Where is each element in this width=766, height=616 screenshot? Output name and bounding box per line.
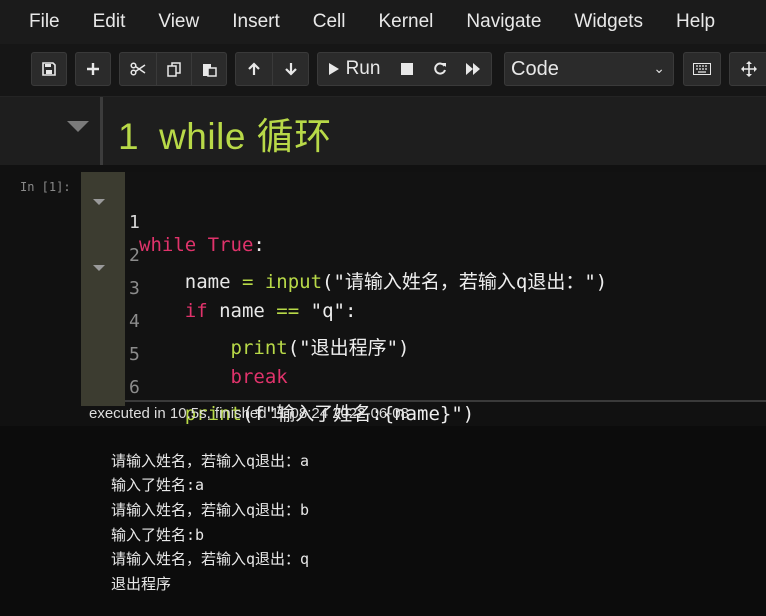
output-line: 输入了姓名:b [111,526,205,544]
collapse-heading-icon[interactable] [67,121,89,132]
code-token: input [264,271,323,293]
section-heading: 1 while 循环 [118,106,332,160]
output-line: 请输入姓名，若输入q退出：a [111,452,310,470]
code-editor[interactable]: 1 while True: 2 name = input("请输入姓名，若输入q… [125,172,766,425]
restart-button[interactable] [424,53,456,85]
move-down-button[interactable] [272,53,308,85]
menu-widgets[interactable]: Widgets [574,11,643,33]
chevron-down-icon: ⌄ [653,60,665,76]
code-text: name = input("请输入姓名，若输入q退出：") [139,267,608,294]
code-line: 4 print("退出程序") [125,289,409,359]
run-all-button[interactable] [456,53,490,85]
stop-button[interactable] [390,53,424,85]
cut-button[interactable] [120,53,156,85]
move-up-button[interactable] [236,53,272,85]
code-cell[interactable]: In [1]: 1 while True: 2 name = input("请输… [0,166,766,426]
fold-arrow-icon[interactable] [93,265,105,271]
keyboard-group [683,52,721,86]
output-area: 请输入姓名，若输入q退出：a 输入了姓名:a 请输入姓名，若输入q退出：b 输入… [0,426,766,616]
output-line: 退出程序 [111,575,172,593]
markdown-cell[interactable]: 1 while 循环 [0,97,766,165]
code-token: "q": [299,300,357,322]
section-number: 1 [118,116,140,157]
move-icon [741,61,757,77]
code-token: break [230,366,288,388]
fold-arrow-icon[interactable] [93,199,105,205]
code-line: 1 while True: [125,190,265,256]
save-group [31,52,67,86]
cell-divider [100,97,103,165]
menu-insert[interactable]: Insert [232,11,280,33]
stop-icon [401,63,413,75]
menu-file[interactable]: File [29,11,60,33]
run-label: Run [345,58,381,79]
cell-type-value: Code [511,57,559,80]
arrow-up-icon [248,62,260,75]
keyboard-icon [693,63,711,75]
code-token: ("请输入姓名，若输入q退出：") [322,271,608,293]
paste-button[interactable] [191,53,226,85]
output-line: 输入了姓名:a [111,476,205,494]
move-group [235,52,309,86]
section-title: while 循环 [159,116,332,157]
cut-icon [130,62,146,76]
command-palette-button[interactable] [684,53,720,85]
insert-group [75,52,111,86]
menu-cell[interactable]: Cell [313,11,346,33]
code-line: 2 name = input("请输入姓名，若输入q退出：") [125,223,607,293]
run-group: Run [317,52,492,86]
code-line: 3 if name == "q": [125,256,356,322]
copy-icon [166,61,181,77]
cell-type-select[interactable]: Code ⌄ [504,52,674,86]
menu-bar: File Edit View Insert Cell Kernel Naviga… [0,0,766,45]
run-button[interactable]: Run [318,53,390,85]
plus-icon [87,63,99,75]
code-token: name [207,300,277,322]
save-button[interactable] [32,53,66,85]
execution-time-info: executed in 10.5s, finished 11:08:24 202… [89,405,409,422]
menu-help[interactable]: Help [676,11,715,33]
code-token: == [276,300,300,322]
paste-icon [202,63,217,77]
toc-group [729,52,766,86]
save-icon [42,62,56,76]
fold-gutter [81,172,125,406]
fast-forward-icon [465,63,480,75]
menu-view[interactable]: View [158,11,199,33]
output-line: 请输入姓名，若输入q退出：q [111,550,310,568]
output-line: 请输入姓名，若输入q退出：b [111,501,310,519]
code-token: : [253,234,265,256]
navigate-button[interactable] [730,53,766,85]
toolbar: Run Code ⌄ [0,44,766,97]
menu-navigate[interactable]: Navigate [466,11,541,33]
copy-button[interactable] [156,53,191,85]
arrow-down-icon [284,63,297,76]
menu-kernel[interactable]: Kernel [378,11,433,33]
code-token: True [207,234,254,256]
code-token: print [230,337,288,359]
menu-edit[interactable]: Edit [93,11,126,33]
code-line: 5 break [125,322,288,388]
clipboard-group [119,52,227,86]
play-icon [328,63,339,75]
insert-cell-button[interactable] [76,53,110,85]
line-number: 6 [129,377,140,398]
input-prompt: In [1]: [20,180,71,194]
code-token: ("退出程序") [287,337,410,359]
code-line: 6 print(f"输入了姓名:{name}") [125,355,474,425]
restart-icon [434,62,446,75]
code-token: = [230,271,265,293]
